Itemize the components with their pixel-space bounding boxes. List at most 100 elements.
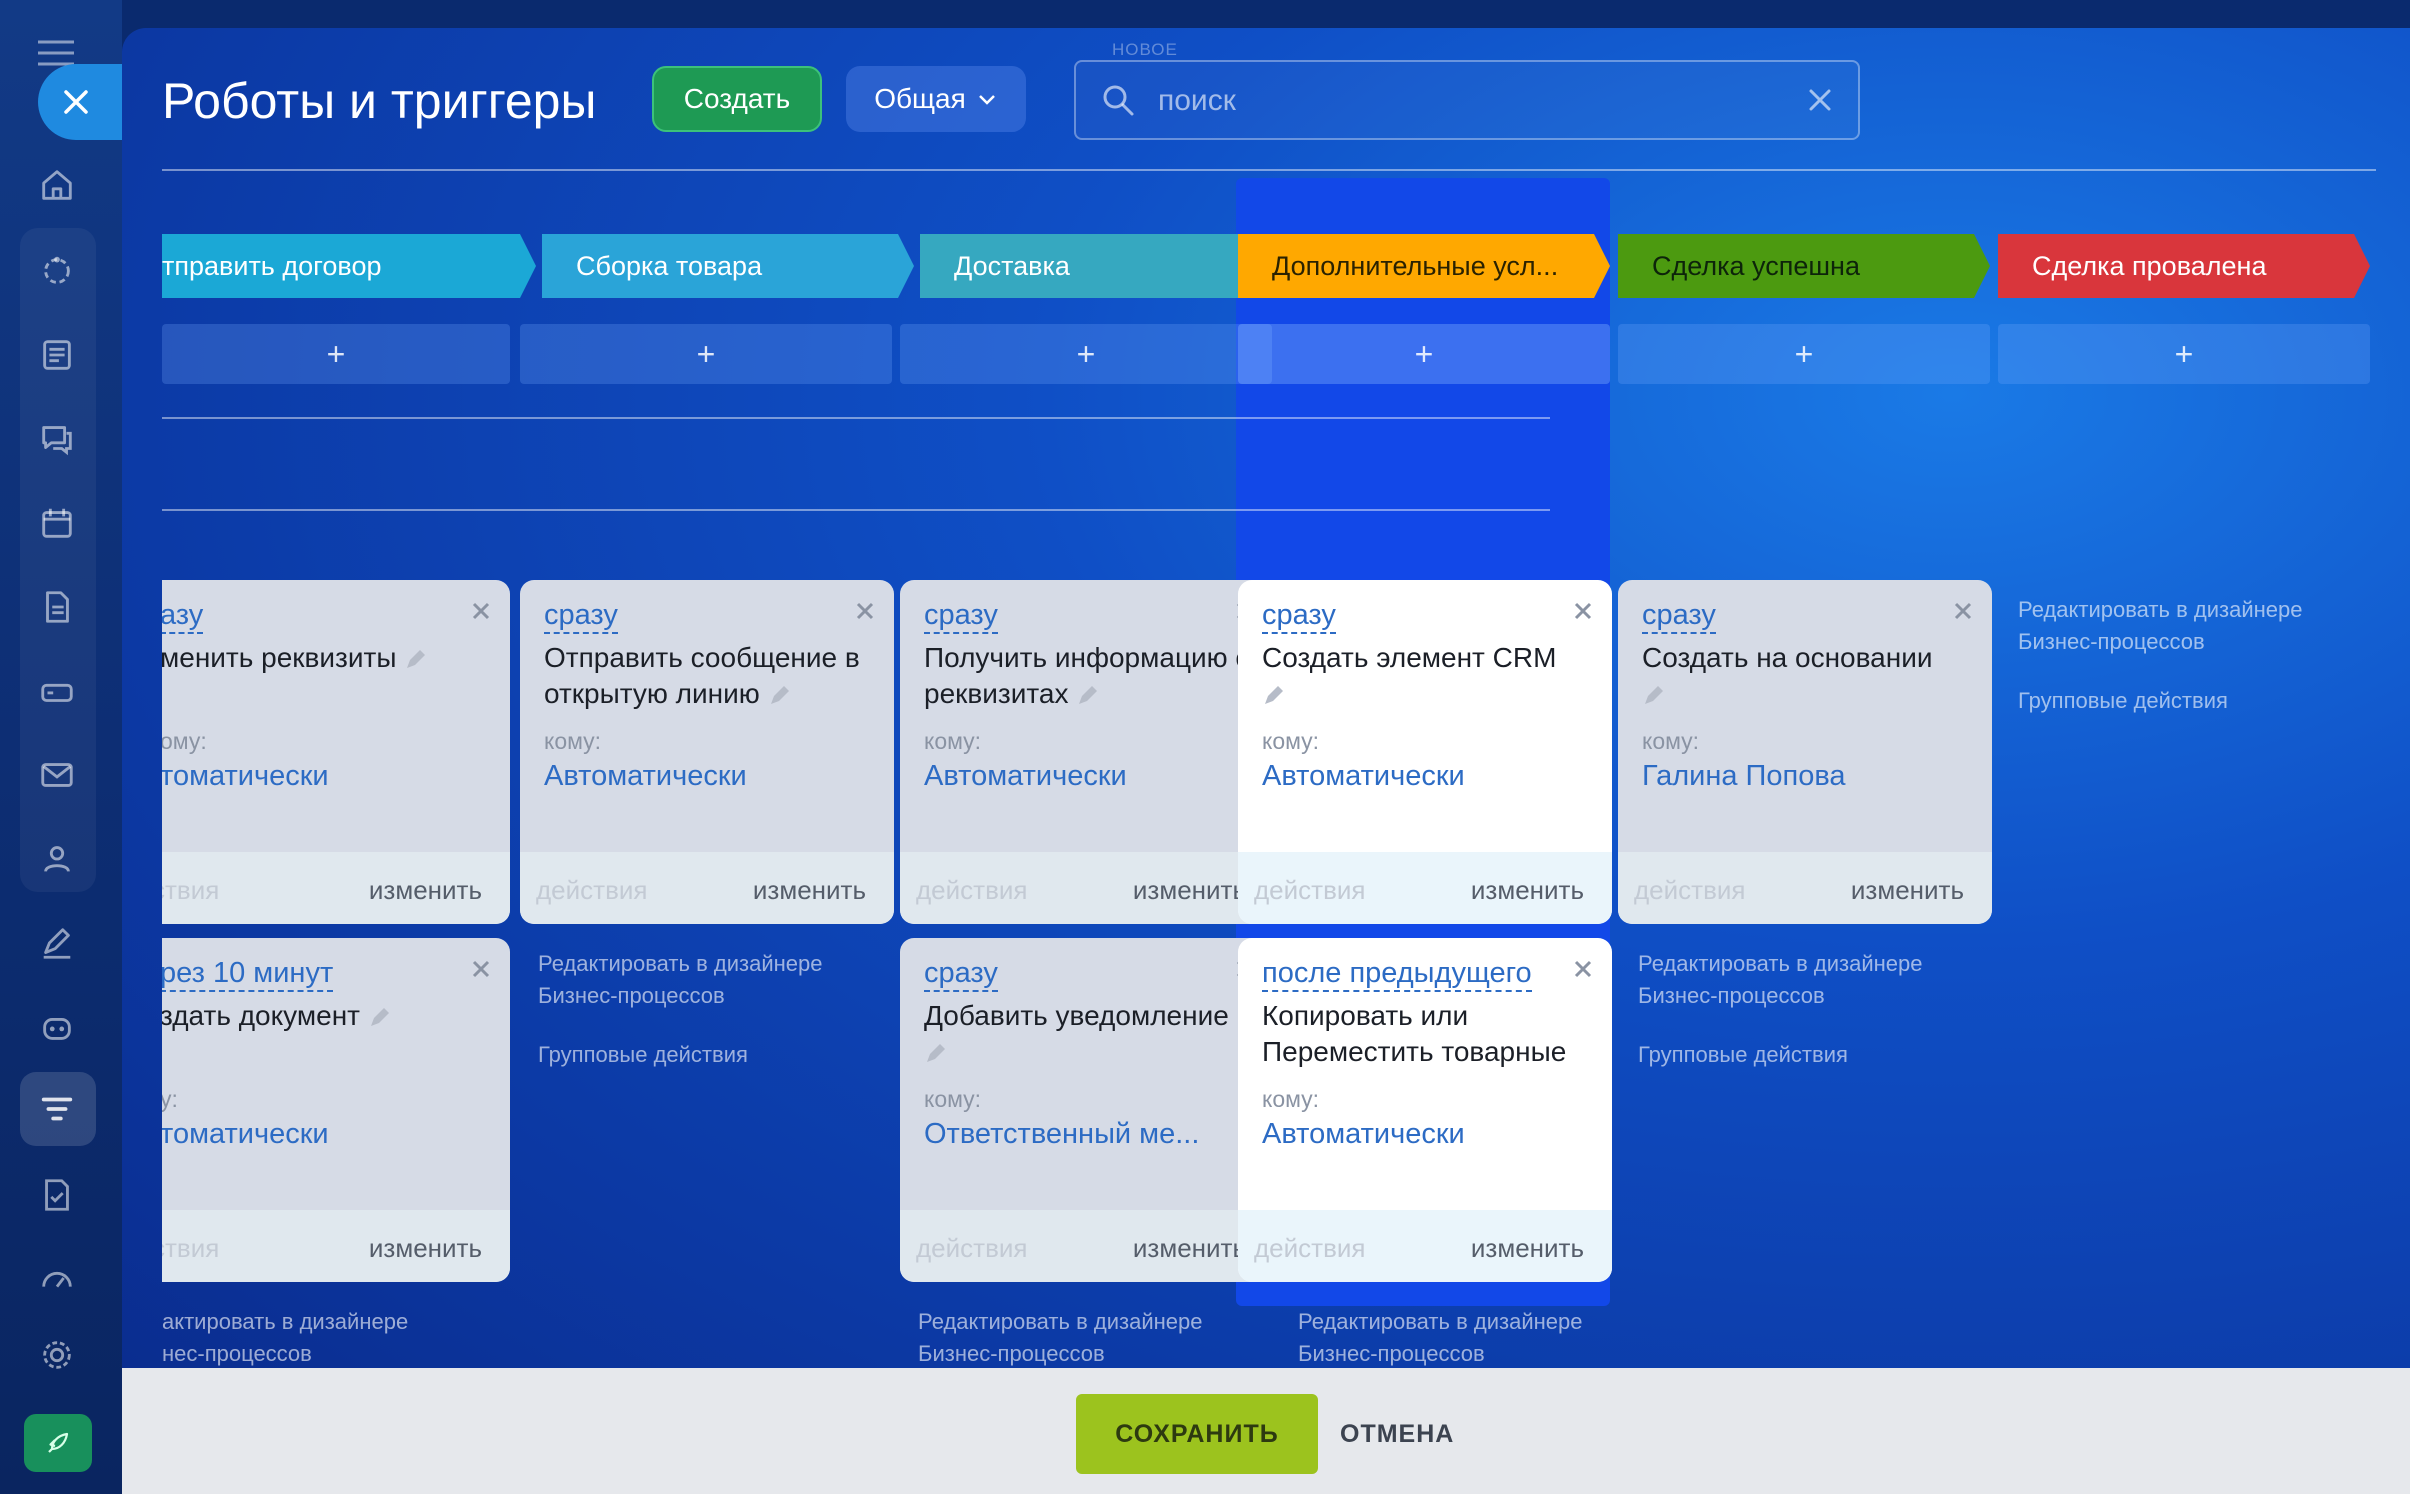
group-actions-link[interactable]: Групповые действия (2018, 688, 2228, 714)
robot-card[interactable]: азу менить реквизиты ому: томатически ст… (162, 580, 510, 924)
add-robot-button[interactable]: + (162, 324, 510, 384)
robot-responsible-link[interactable]: Автоматически (544, 760, 747, 793)
robot-edit-button[interactable]: изменить (1133, 1233, 1246, 1264)
add-robot-button[interactable]: + (520, 324, 892, 384)
robot-responsible-link[interactable]: томатически (162, 760, 329, 793)
edit-in-bp-designer-link[interactable]: Редактировать в дизайнере Бизнес-процессо… (1298, 1306, 1658, 1368)
close-icon[interactable] (470, 958, 492, 980)
robot-edit-button[interactable]: изменить (753, 875, 866, 906)
robot-responsible-link[interactable]: Галина Попова (1642, 760, 1846, 793)
edit-in-bp-designer-link[interactable]: Редактировать в дизайнере Бизнес-процессо… (2018, 594, 2378, 658)
pencil-icon[interactable] (404, 649, 426, 671)
robot-timing-link[interactable]: рез 10 минут (162, 956, 334, 992)
edit-in-bp-designer-link[interactable]: Редактировать в дизайнере Бизнес-процессо… (918, 1306, 1278, 1368)
stage-header-delivery[interactable]: Доставка (920, 234, 1292, 298)
robot-timing-link[interactable]: сразу (924, 956, 998, 992)
robot-timing-link[interactable]: сразу (924, 598, 998, 634)
robot-to-label: кому: (1642, 728, 1700, 754)
robot-card[interactable]: сразу Отправить сообщение в открытую лин… (520, 580, 894, 924)
robot-edit-button[interactable]: изменить (369, 1233, 482, 1264)
rocket-icon[interactable] (24, 1414, 92, 1472)
robot-edit-button[interactable]: изменить (1471, 875, 1584, 906)
bp-link-line1: Редактировать в дизайнере (538, 951, 823, 976)
close-icon[interactable] (1572, 958, 1594, 980)
pencil-icon[interactable] (768, 685, 790, 707)
robot-responsible-link[interactable]: Автоматически (924, 760, 1127, 793)
edit-in-bp-designer-link[interactable]: актировать в дизайнере нес-процессов (162, 1306, 522, 1368)
robot-title-text: Добавить уведомление (924, 1000, 1229, 1031)
clear-search-icon[interactable] (1806, 86, 1834, 114)
robot-responsible-link[interactable]: Ответственный ме... (924, 1118, 1199, 1151)
robot-title: Получить информацию о реквизитах (924, 640, 1254, 712)
stage-header-failed[interactable]: Сделка провалена (1998, 234, 2370, 298)
add-robot-button[interactable]: + (900, 324, 1272, 384)
robot-timing-link[interactable]: после предыдущего (1262, 956, 1532, 992)
sign-icon[interactable] (36, 922, 78, 964)
automation-funnel-icon[interactable] (36, 1088, 78, 1130)
close-icon[interactable] (1952, 600, 1974, 622)
add-robot-button[interactable]: + (1238, 324, 1610, 384)
robot-card[interactable]: после предыдущего Копировать или Перемес… (1238, 938, 1612, 1282)
pencil-icon[interactable] (924, 1043, 946, 1065)
stage-header-success[interactable]: Сделка успешна (1618, 234, 1990, 298)
robots-board: тправить договор Сборка товара Доставка … (162, 178, 2402, 1368)
group-actions-link[interactable]: Групповые действия (1638, 1042, 1848, 1068)
chat-icon[interactable] (36, 418, 78, 460)
trigger-row-divider (162, 509, 1550, 511)
copilot-icon[interactable] (36, 1006, 78, 1048)
close-icon[interactable] (1572, 600, 1594, 622)
calendar-icon[interactable] (36, 502, 78, 544)
cancel-button[interactable]: ОТМЕНА (1340, 1394, 1454, 1474)
robot-title: Отправить сообщение в открытую линию (544, 640, 874, 712)
add-robot-button[interactable]: + (1618, 324, 1990, 384)
common-dropdown-button[interactable]: Общая (846, 66, 1026, 132)
close-icon[interactable] (854, 600, 876, 622)
robot-timing-link[interactable]: сразу (544, 598, 618, 634)
search-input[interactable] (1156, 76, 1760, 126)
documents-icon[interactable] (36, 586, 78, 628)
edit-in-bp-designer-link[interactable]: Редактировать в дизайнере Бизнес-процессо… (538, 948, 898, 1012)
pencil-icon[interactable] (1076, 685, 1098, 707)
contacts-icon[interactable] (36, 838, 78, 880)
pencil-icon[interactable] (1262, 685, 1284, 707)
edit-in-bp-designer-link[interactable]: Редактировать в дизайнере Бизнес-процессо… (1638, 948, 1998, 1012)
menu-icon[interactable] (36, 40, 76, 66)
robot-edit-button[interactable]: изменить (369, 875, 482, 906)
bp-link-line1: актировать в дизайнере (162, 1309, 409, 1334)
robot-responsible-link[interactable]: Автоматически (1262, 760, 1465, 793)
robot-responsible-link[interactable]: томатически (162, 1118, 329, 1151)
drive-icon[interactable] (36, 670, 78, 712)
robot-card[interactable]: сразу Создать элемент CRM кому: Автомати… (1238, 580, 1612, 924)
robot-timing-link[interactable]: азу (162, 598, 204, 634)
pencil-icon[interactable] (368, 1007, 390, 1029)
crm-icon[interactable] (36, 250, 78, 292)
bp-link-line2: Бизнес-процессов (1638, 983, 1825, 1008)
save-button[interactable]: СОХРАНИТЬ (1076, 1394, 1318, 1474)
forms-icon[interactable] (36, 1174, 78, 1216)
home-icon[interactable] (36, 164, 78, 206)
robot-edit-button[interactable]: изменить (1851, 875, 1964, 906)
group-actions-link[interactable]: Групповые действия (538, 1042, 748, 1068)
create-button[interactable]: Создать (652, 66, 822, 132)
stage-header-contract[interactable]: тправить договор (162, 234, 536, 298)
close-icon[interactable] (470, 600, 492, 622)
stage-header-assembly[interactable]: Сборка товара (542, 234, 914, 298)
settings-gear-icon[interactable] (36, 1334, 78, 1376)
mail-icon[interactable] (36, 754, 78, 796)
news-icon[interactable] (36, 334, 78, 376)
robot-card[interactable]: сразу Получить информацию о реквизитах к… (900, 580, 1274, 924)
pencil-icon[interactable] (1642, 685, 1664, 707)
robot-edit-button[interactable]: изменить (1133, 875, 1246, 906)
close-slider-button[interactable] (38, 64, 128, 140)
robot-card[interactable]: рез 10 минут здать документ у: томатичес… (162, 938, 510, 1282)
robot-responsible-link[interactable]: Автоматически (1262, 1118, 1465, 1151)
bp-link-line1: Редактировать в дизайнере (1298, 1309, 1583, 1334)
robot-timing-link[interactable]: сразу (1262, 598, 1336, 634)
robot-edit-button[interactable]: изменить (1471, 1233, 1584, 1264)
stage-header-additional[interactable]: Дополнительные усл... (1238, 234, 1610, 298)
add-robot-button[interactable]: + (1998, 324, 2370, 384)
robot-card[interactable]: сразу Добавить уведомление кому: Ответст… (900, 938, 1274, 1282)
robot-card[interactable]: сразу Создать на основании кому: Галина … (1618, 580, 1992, 924)
robot-timing-link[interactable]: сразу (1642, 598, 1716, 634)
analytics-icon[interactable] (36, 1258, 78, 1300)
